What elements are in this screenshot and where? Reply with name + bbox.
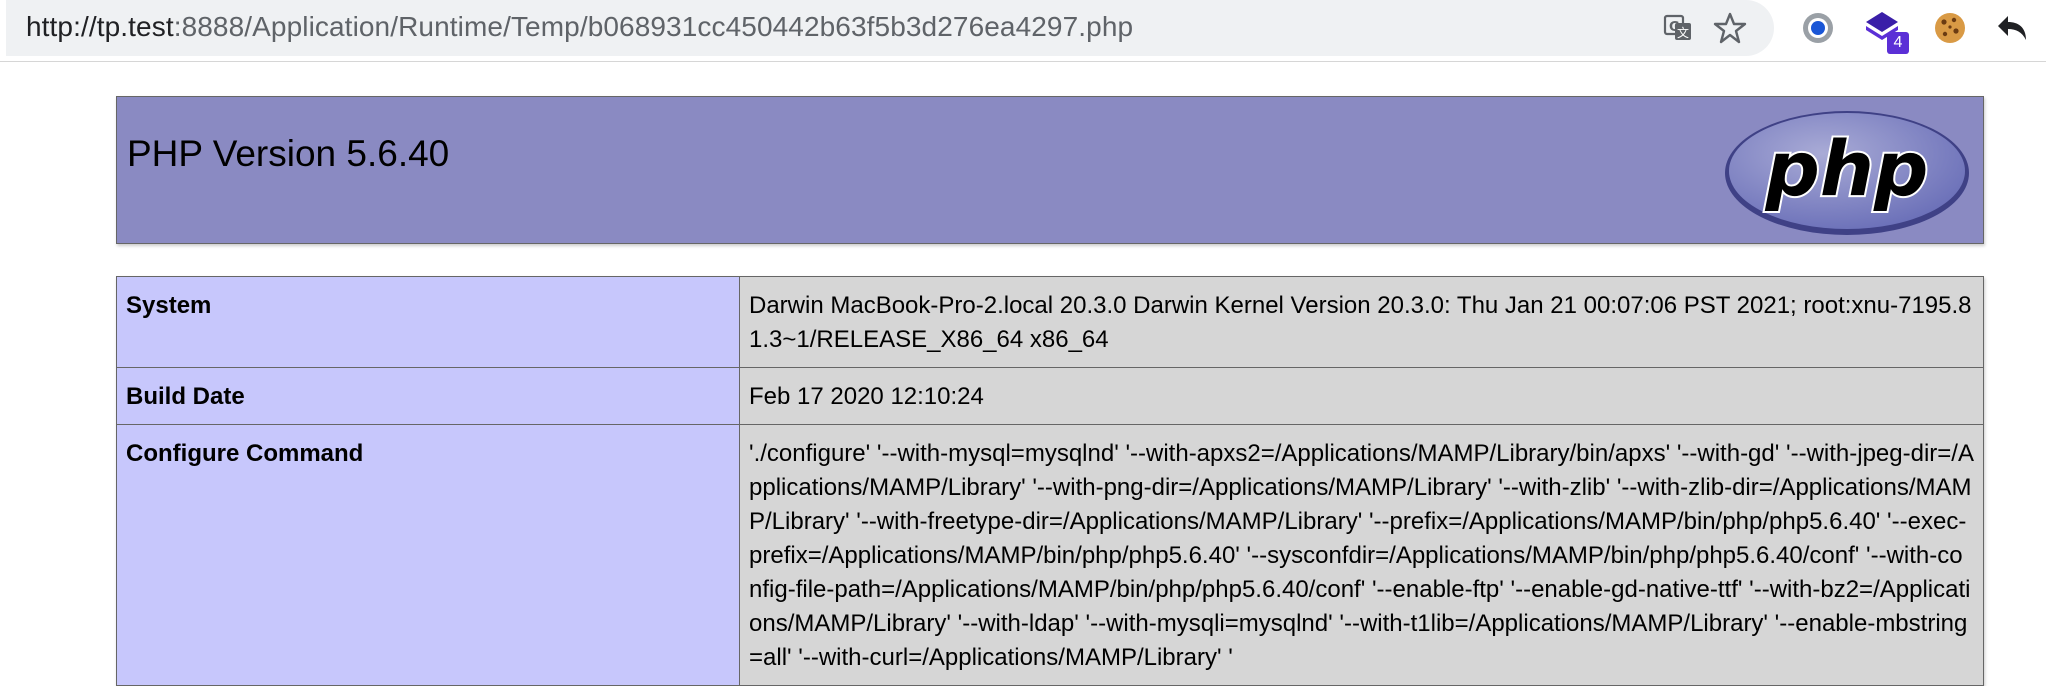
- row-value: Feb 17 2020 12:10:24: [739, 367, 1984, 425]
- svg-text:文: 文: [1677, 25, 1689, 40]
- extension-badge: 4: [1887, 32, 1909, 54]
- row-label: System: [116, 276, 740, 368]
- extension-circle-icon[interactable]: [1800, 10, 1836, 46]
- table-row-configure-command: Configure Command './configure' '--with-…: [116, 424, 1984, 686]
- row-label: Configure Command: [116, 424, 740, 686]
- page-title: PHP Version 5.6.40: [127, 133, 450, 174]
- row-label: Build Date: [116, 367, 740, 425]
- translate-icon[interactable]: G 文: [1660, 10, 1696, 46]
- address-bar[interactable]: http://tp.test:8888/Application/Runtime/…: [6, 0, 1774, 56]
- php-logo[interactable]: php php: [1721, 107, 1973, 239]
- cookie-icon[interactable]: [1932, 10, 1968, 46]
- row-value: Darwin MacBook-Pro-2.local 20.3.0 Darwin…: [739, 276, 1984, 368]
- phpinfo-content: PHP Version 5.6.40 php php System Darwin…: [116, 96, 1984, 686]
- back-arrow-icon[interactable]: [1994, 10, 2030, 46]
- table-row-build-date: Build Date Feb 17 2020 12:10:24: [116, 367, 1984, 425]
- table-row-system: System Darwin MacBook-Pro-2.local 20.3.0…: [116, 276, 1984, 368]
- url-text[interactable]: http://tp.test:8888/Application/Runtime/…: [26, 11, 1133, 43]
- star-icon[interactable]: [1712, 10, 1748, 46]
- row-value: './configure' '--with-mysql=mysqlnd' '--…: [739, 424, 1984, 686]
- system-info-table: System Darwin MacBook-Pro-2.local 20.3.0…: [116, 276, 1984, 686]
- php-logo-text: php: [1765, 124, 1929, 213]
- url-host: http://tp.test: [26, 11, 174, 42]
- php-version-header: PHP Version 5.6.40 php php: [116, 96, 1984, 244]
- browser-toolbar: http://tp.test:8888/Application/Runtime/…: [0, 0, 2046, 62]
- url-path: :8888/Application/Runtime/Temp/b068931cc…: [173, 11, 1134, 42]
